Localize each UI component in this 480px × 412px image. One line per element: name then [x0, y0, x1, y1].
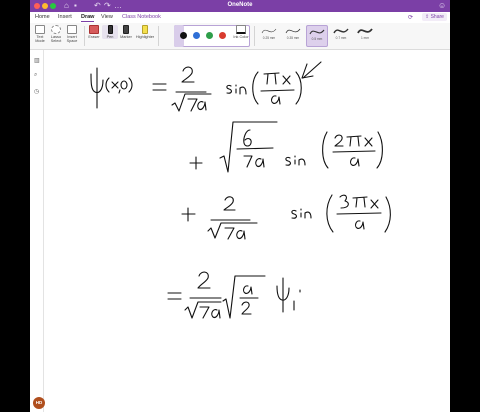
- menu-bar: Home Insert Draw View Class Notebook ⟳: [30, 12, 450, 23]
- pen-label: Pen: [106, 35, 114, 39]
- insert-space-icon: [67, 25, 77, 34]
- handwritten-ink: [90, 61, 391, 319]
- eraser-icon: [89, 25, 99, 34]
- stroke-preview-icon: [333, 28, 349, 34]
- highlighter-icon: [142, 25, 148, 34]
- text-mode-button[interactable]: Text Mode: [32, 25, 48, 44]
- marker-label: Marker: [120, 35, 132, 39]
- share-button[interactable]: ⇪ Share: [422, 13, 447, 21]
- share-label: Share: [430, 14, 444, 20]
- text-mode-label: Text Mode: [35, 35, 45, 44]
- pen-icon: [107, 25, 113, 34]
- thickness-label: 0.35 mm: [286, 36, 300, 40]
- marker-button[interactable]: Marker: [118, 25, 134, 39]
- pen-button[interactable]: Pen: [102, 25, 118, 40]
- lasso-select-label: Lasso Select: [50, 35, 62, 44]
- thickness-label: 0.25 mm: [262, 36, 276, 40]
- app-title: OneNote: [227, 2, 253, 8]
- lasso-icon: [51, 25, 61, 34]
- thickness-0-25[interactable]: 0.25 mm: [258, 25, 280, 47]
- thickness-1[interactable]: 1 mm: [354, 25, 376, 47]
- highlighter-label: Highlighter: [135, 35, 155, 39]
- tab-home[interactable]: Home: [35, 14, 50, 20]
- pen-color-green[interactable]: [206, 32, 213, 39]
- thickness-0-5[interactable]: 0.5 mm: [306, 25, 328, 47]
- eraser-label: Eraser: [88, 35, 100, 39]
- thickness-label: 0.5 mm: [311, 37, 323, 41]
- note-canvas[interactable]: [45, 50, 450, 412]
- eraser-button[interactable]: Eraser: [86, 25, 102, 39]
- smiley-icon[interactable]: ☺: [438, 1, 446, 11]
- title-bar: ⌂ ▪ ↶ ↷ … OneNote ☺: [30, 0, 450, 12]
- tab-draw[interactable]: Draw: [81, 14, 95, 22]
- insert-space-label: Insert Space: [66, 35, 78, 44]
- thickness-label: 1 mm: [361, 36, 369, 40]
- avatar[interactable]: HD: [33, 397, 45, 409]
- lasso-select-button[interactable]: Lasso Select: [48, 25, 64, 44]
- ribbon-divider: [158, 26, 159, 46]
- tab-class-notebook[interactable]: Class Notebook: [122, 14, 161, 20]
- text-mode-icon: [35, 25, 45, 34]
- ink-color-icon: [236, 25, 246, 34]
- draw-ribbon: Text Mode Lasso Select Insert Space Eras…: [30, 23, 450, 50]
- sync-icon[interactable]: ⟳: [408, 14, 413, 21]
- stroke-preview-icon: [261, 28, 277, 34]
- stroke-preview-icon: [309, 29, 325, 35]
- recent-icon[interactable]: ◷: [34, 88, 41, 95]
- pen-color-black[interactable]: [180, 32, 187, 39]
- thickness-label: 0.7 mm: [335, 36, 347, 40]
- search-icon[interactable]: ⌕: [34, 72, 41, 79]
- highlighter-button[interactable]: Highlighter: [134, 25, 156, 39]
- thickness-0-7[interactable]: 0.7 mm: [330, 25, 352, 47]
- pen-color-blue[interactable]: [193, 32, 200, 39]
- onenote-window: ⌂ ▪ ↶ ↷ … OneNote ☺ Home Insert Draw Vie…: [30, 0, 450, 412]
- stroke-preview-icon: [357, 28, 373, 34]
- pen-color-red[interactable]: [219, 32, 226, 39]
- tab-view[interactable]: View: [101, 14, 113, 20]
- ink-color-button[interactable]: Ink Color: [230, 25, 252, 39]
- thickness-0-35[interactable]: 0.35 mm: [282, 25, 304, 47]
- ink-color-label: Ink Color: [233, 35, 249, 39]
- insert-space-button[interactable]: Insert Space: [64, 25, 80, 44]
- tab-insert[interactable]: Insert: [58, 14, 72, 20]
- left-sidebar: ▥ ⌕ ◷: [30, 50, 44, 412]
- marker-icon: [123, 25, 129, 34]
- stroke-preview-icon: [285, 28, 301, 34]
- notebooks-icon[interactable]: ▥: [34, 57, 41, 64]
- ribbon-divider: [84, 26, 85, 46]
- ribbon-divider: [254, 26, 255, 46]
